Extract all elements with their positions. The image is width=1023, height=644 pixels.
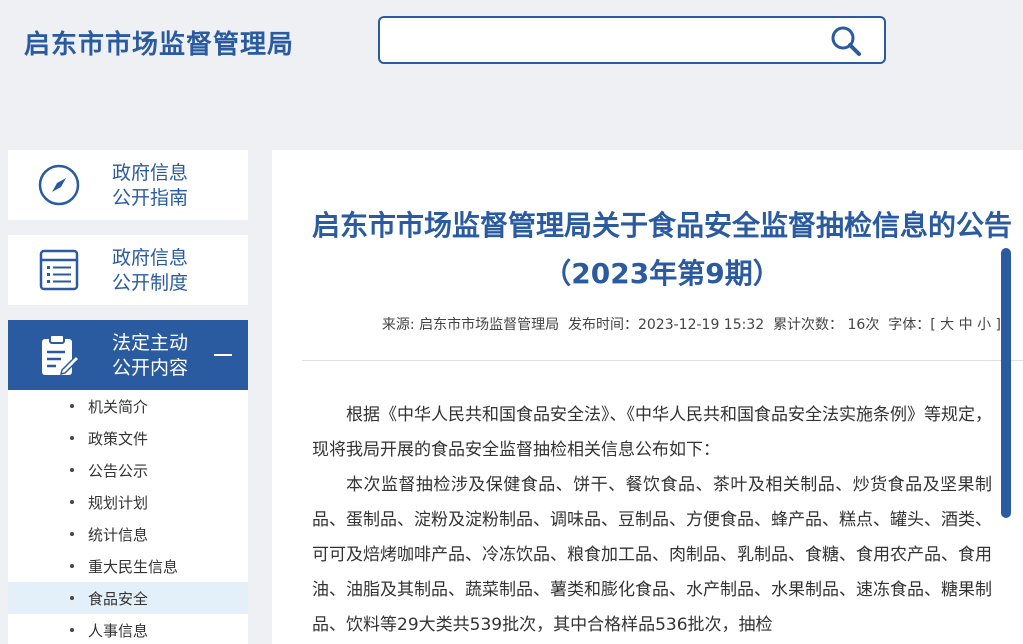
sidebar-card-guide[interactable]: 政府信息 公开指南 xyxy=(8,150,248,220)
date-value: 2023-12-19 15:32 xyxy=(637,317,765,333)
scrollbar-thumb[interactable] xyxy=(1001,248,1011,518)
sidebar-item-label: 规划计划 xyxy=(88,493,149,512)
source-value: 启东市市场监督管理局 xyxy=(419,317,560,333)
sidebar-sub-list: 机关简介 政策文件 公告公示 规划计划 统计信息 重大民生信息 食品安全 人事信… xyxy=(8,390,248,644)
sidebar-item-label: 政策文件 xyxy=(88,429,149,448)
sidebar-card-label: 政府信息 xyxy=(112,247,189,269)
views-label: 累计次数： xyxy=(773,317,844,333)
bullet-icon xyxy=(70,436,74,440)
article-title: 启东市市场监督管理局关于食品安全监督抽检信息的公告（2023年第9期） xyxy=(311,209,1012,290)
sidebar-item-notices[interactable]: 公告公示 xyxy=(8,454,248,486)
date-label: 发布时间： xyxy=(567,317,638,333)
font-large-button[interactable]: 大 xyxy=(940,317,954,333)
compass-icon xyxy=(38,164,80,206)
article-paragraph: 本次监督抽检涉及保健食品、饼干、餐饮食品、茶叶及相关制品、炒货食品及坚果制品、蛋… xyxy=(312,475,992,635)
source-label: 来源: xyxy=(381,317,415,333)
search-button[interactable] xyxy=(826,23,866,59)
sidebar-item-personnel[interactable]: 人事信息 xyxy=(8,614,248,644)
sidebar-item-livelihood[interactable]: 重大民生信息 xyxy=(8,550,248,582)
bullet-icon xyxy=(70,628,74,632)
article-body: 根据《中华人民共和国食品安全法》、《中华人民共和国食品安全法实施条例》等规定，现… xyxy=(312,398,992,643)
bullet-icon xyxy=(70,468,74,472)
sidebar-card-label: 公开内容 xyxy=(112,357,189,379)
site-title[interactable]: 启东市市场监督管理局 xyxy=(24,24,294,61)
font-size-label: 字体：[ xyxy=(888,317,936,333)
sidebar-item-policy[interactable]: 政策文件 xyxy=(8,422,248,454)
article-paragraph: 根据《中华人民共和国食品安全法》、《中华人民共和国食品安全法实施条例》等规定，现… xyxy=(312,405,992,460)
sidebar-card-label: 政府信息 xyxy=(112,162,189,184)
search-icon xyxy=(831,26,861,56)
search-input[interactable] xyxy=(388,26,808,54)
sidebar-item-food-safety[interactable]: 食品安全 xyxy=(8,582,248,614)
sidebar-item-label: 食品安全 xyxy=(88,589,149,608)
bullet-icon xyxy=(70,596,74,600)
views-value: 16次 xyxy=(847,317,880,333)
article-panel: 启东市市场监督管理局关于食品安全监督抽检信息的公告（2023年第9期） 来源: … xyxy=(272,150,1023,644)
sidebar-item-plans[interactable]: 规划计划 xyxy=(8,486,248,518)
sidebar-card-system[interactable]: 政府信息 公开制度 xyxy=(8,235,248,305)
sidebar-item-label: 统计信息 xyxy=(88,525,149,544)
divider xyxy=(302,360,1023,361)
article-meta: 来源: 启东市市场监督管理局 发布时间：2023-12-19 15:32 累计次… xyxy=(272,314,1001,334)
sidebar-card-label: 公开制度 xyxy=(112,272,189,294)
sidebar-item-org-intro[interactable]: 机关简介 xyxy=(8,390,248,422)
sidebar-item-statistics[interactable]: 统计信息 xyxy=(8,518,248,550)
font-small-button[interactable]: 小 xyxy=(977,317,991,333)
bullet-icon xyxy=(70,532,74,536)
list-doc-icon xyxy=(39,249,79,291)
sidebar-item-label: 重大民生信息 xyxy=(88,557,179,576)
sidebar-card-label: 公开指南 xyxy=(112,187,189,209)
sidebar-item-label: 机关简介 xyxy=(88,397,149,416)
bullet-icon xyxy=(70,500,74,504)
sidebar-item-label: 公告公示 xyxy=(88,461,149,480)
sidebar-card-label: 法定主动 xyxy=(112,332,189,354)
bullet-icon xyxy=(70,564,74,568)
font-medium-button[interactable]: 中 xyxy=(959,317,973,333)
bullet-icon xyxy=(70,404,74,408)
clipboard-edit-icon xyxy=(42,334,81,376)
sidebar-card-active-content[interactable]: 法定主动 公开内容 xyxy=(8,320,248,390)
search-box xyxy=(378,16,886,64)
sidebar-item-label: 人事信息 xyxy=(88,621,149,640)
collapse-icon[interactable] xyxy=(214,354,232,356)
